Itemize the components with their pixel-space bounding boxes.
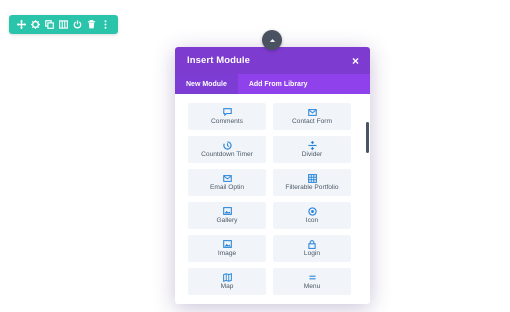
chevron-up-icon [269,38,275,42]
module-comments[interactable]: Comments [188,103,266,130]
add-row-button[interactable] [262,30,282,50]
email-icon [222,174,232,183]
lock-icon [308,239,316,249]
disable-button[interactable] [71,15,84,34]
columns-icon [59,20,68,29]
module-menu[interactable]: Menu [273,268,351,295]
module-grid: Comments Contact Form Countdown Timer Di… [188,103,351,295]
map-icon [222,272,232,282]
module-email-optin[interactable]: Email Optin [188,169,266,196]
email-icon [307,108,317,117]
duplicate-icon [45,20,54,29]
delete-button[interactable] [85,15,98,34]
columns-button[interactable] [57,15,70,34]
module-label: Login [303,249,321,257]
power-icon [73,20,82,29]
module-label: Filterable Portfolio [285,183,339,191]
tab-add-from-library[interactable]: Add From Library [238,74,319,94]
module-label: Email Optin [209,183,245,191]
module-map[interactable]: Map [188,268,266,295]
move-button[interactable] [15,15,28,34]
module-login[interactable]: Login [273,235,351,262]
settings-button[interactable] [29,15,42,34]
module-filterable-portfolio[interactable]: Filterable Portfolio [273,169,351,196]
module-label: Image [217,249,237,257]
duplicate-button[interactable] [43,15,56,34]
module-label: Comments [211,117,243,125]
modal-header: Insert Module × [175,47,370,74]
trash-icon [87,20,96,29]
gear-icon [31,20,40,29]
divider-icon [307,140,317,150]
modal-scrollbar[interactable] [366,122,369,153]
image-icon [222,207,232,216]
tab-new-module[interactable]: New Module [175,74,238,94]
module-gallery[interactable]: Gallery [188,202,266,229]
module-contact-form[interactable]: Contact Form [273,103,351,130]
more-icon [104,20,107,29]
module-icon[interactable]: Icon [273,202,351,229]
more-button[interactable] [99,15,112,34]
move-icon [17,20,26,29]
module-label: Countdown Timer [201,150,253,158]
insert-module-modal: Insert Module × New Module Add From Libr… [175,47,370,304]
section-toolbar [9,15,118,34]
module-label: Icon [305,216,319,224]
modal-title: Insert Module [187,55,251,66]
comment-icon [222,108,232,117]
module-label: Gallery [216,216,238,224]
module-label: Contact Form [292,117,332,125]
timer-icon [222,141,232,150]
module-image[interactable]: Image [188,235,266,262]
close-icon[interactable]: × [352,55,359,67]
module-label: Divider [301,150,323,158]
module-countdown-timer[interactable]: Countdown Timer [188,136,266,163]
circle-icon [307,207,317,216]
module-label: Menu [303,282,321,290]
menu-icon [308,273,317,282]
grid-icon [307,173,317,183]
modal-tabs: New Module Add From Library [175,74,370,94]
module-divider[interactable]: Divider [273,136,351,163]
image-icon [222,240,232,249]
module-label: Map [220,282,234,290]
